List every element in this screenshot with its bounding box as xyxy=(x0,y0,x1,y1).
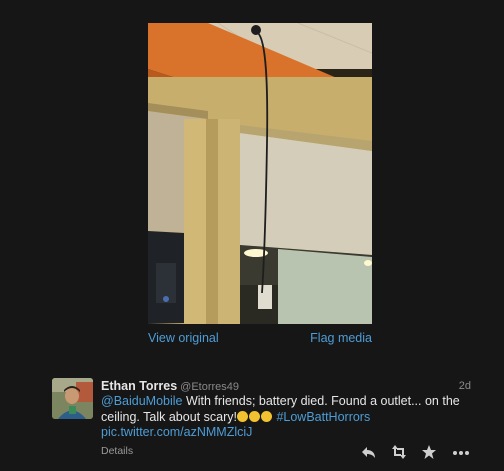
cry-emoji-icon xyxy=(248,410,260,422)
tweet-photo[interactable] xyxy=(148,23,372,324)
tweet-header: Ethan Torres @Etorres49 xyxy=(101,378,471,394)
retweet-icon[interactable] xyxy=(391,444,407,460)
media-viewer: View original Flag media Ethan Torres @Et… xyxy=(0,0,504,471)
author-screen-name[interactable]: @Etorres49 xyxy=(180,381,239,393)
flag-media-link[interactable]: Flag media xyxy=(310,331,372,345)
tweet-text: @BaiduMobile With friends; battery died.… xyxy=(101,394,471,441)
photo-image xyxy=(148,23,372,324)
tweet-footer: Details xyxy=(101,444,471,460)
pic-link[interactable]: pic.twitter.com/azNMMZlciJ xyxy=(101,425,252,439)
avatar-image xyxy=(52,378,93,419)
view-original-link[interactable]: View original xyxy=(148,331,219,345)
mention-link[interactable]: @BaiduMobile xyxy=(101,394,182,408)
author-full-name[interactable]: Ethan Torres xyxy=(101,379,177,393)
tweet-timestamp[interactable]: 2d xyxy=(459,378,471,394)
details-link[interactable]: Details xyxy=(101,445,133,457)
fearful-emoji-icon xyxy=(260,410,272,422)
more-icon[interactable] xyxy=(451,444,471,460)
hashtag-link[interactable]: #LowBattHorrors xyxy=(276,410,370,424)
reply-icon[interactable] xyxy=(361,444,377,460)
scream-emoji-icon xyxy=(236,410,248,422)
avatar[interactable] xyxy=(52,378,93,419)
tweet: Ethan Torres @Etorres49 2d @BaiduMobile W… xyxy=(52,378,472,463)
tweet-content: Ethan Torres @Etorres49 2d @BaiduMobile W… xyxy=(101,378,471,441)
media-links: View original Flag media xyxy=(148,331,372,347)
tweet-actions xyxy=(361,444,471,460)
star-icon[interactable] xyxy=(421,444,437,460)
